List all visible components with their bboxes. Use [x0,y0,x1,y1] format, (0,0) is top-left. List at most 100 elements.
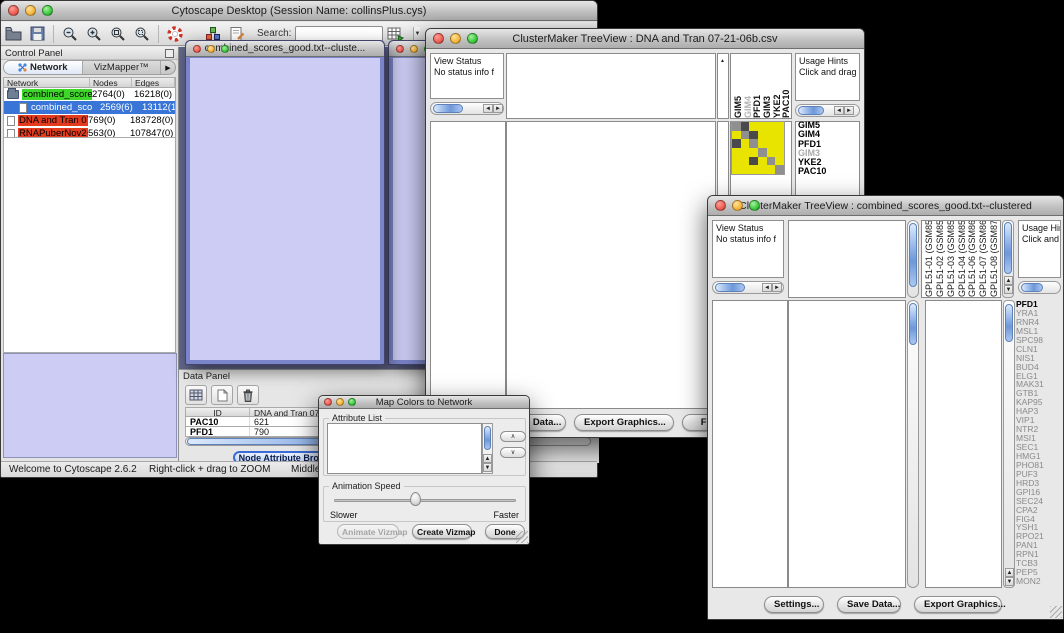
column-header-nodes[interactable]: Nodes [90,78,132,87]
tv1-minimap-top[interactable]: ▲ [717,53,729,119]
tv1-row-dendrogram-canvas[interactable] [431,122,505,408]
close-button[interactable] [715,200,726,211]
tv1-heatmap-canvas[interactable] [507,122,715,408]
minimize-button[interactable] [410,45,418,53]
scroll-down-icon[interactable]: ▼ [1005,577,1014,586]
tv2-title-bar[interactable]: ClusterMaker TreeView : combined_scores_… [708,196,1063,216]
scroll-left-icon[interactable]: ◄ [762,283,772,292]
network-canvas[interactable] [190,58,380,357]
vscrollbar-thumb[interactable] [1005,304,1013,342]
settings-button[interactable]: Settings... [764,596,824,613]
speed-slider-track[interactable] [334,499,516,502]
scroll-right-icon[interactable]: ► [772,283,782,292]
delete-attribute-trash-icon[interactable] [237,385,259,405]
help-lifesaver-icon[interactable] [165,24,185,43]
scroll-up-icon[interactable]: ▲ [483,454,492,463]
tv2-column-dendrogram-empty[interactable] [788,220,906,298]
scroll-up-icon[interactable]: ▲ [720,58,725,64]
main-title-bar[interactable]: Cytoscape Desktop (Session Name: collins… [1,1,597,21]
network-list-row[interactable]: combined_scores_2764(0)16218(0) [4,88,175,101]
hscrollbar-thumb[interactable] [798,106,824,115]
export-graphics-button[interactable]: Export Graphics... [914,596,1002,613]
tv1-row-dendrogram[interactable] [430,121,506,409]
scroll-right-icon[interactable]: ► [844,106,854,115]
scroll-down-icon[interactable]: ▼ [1004,285,1013,294]
scroll-right-icon[interactable]: ► [493,104,503,113]
scroll-left-icon[interactable]: ◄ [834,106,844,115]
minimize-button[interactable] [207,45,215,53]
vscrollbar-thumb[interactable] [484,426,491,450]
tab-vizmapper[interactable]: VizMapper™ [83,61,162,74]
save-icon[interactable] [27,24,47,43]
network-list-row[interactable]: combined_sco2569(6)13112(15) [4,101,175,114]
attribute-list-scrollbar[interactable]: ▲ ▼ [482,423,493,474]
export-graphics-button[interactable]: Export Graphics... [574,414,674,431]
save-data-button[interactable]: Save Data... [837,596,901,613]
chevron-down-icon[interactable]: ▼ [413,27,420,41]
animate-vizmap-button[interactable]: Animate Vizmap [337,524,399,539]
tv2-heatmap-canvas[interactable] [789,301,905,587]
dialog-title-bar[interactable]: Map Colors to Network [319,396,529,409]
tv2-heatmap[interactable] [788,300,906,588]
minimize-button[interactable] [450,33,461,44]
zoom-button[interactable] [467,33,478,44]
tv1-column-dendrogram[interactable] [506,53,716,119]
zoom-button[interactable] [348,398,356,406]
matrix-cell [749,148,758,157]
zoom-fit-icon[interactable] [108,24,128,43]
hscrollbar-thumb[interactable] [715,283,745,292]
speed-slider-thumb[interactable] [410,492,421,506]
zoom-button[interactable] [221,45,229,53]
zoom-in-icon[interactable] [84,24,104,43]
tv2-row-dendrogram[interactable] [712,300,788,588]
minimize-button[interactable] [25,5,36,16]
tab-overflow-icon[interactable]: ▶ [161,61,175,74]
column-header-edges[interactable]: Edges [132,78,175,87]
move-down-button[interactable]: ∨ [500,447,526,458]
tv2-summary-heatmap[interactable] [925,300,1002,588]
tv1-summary-matrix[interactable] [731,121,785,175]
vscrollbar-thumb[interactable] [909,223,917,287]
vscrollbar-thumb[interactable] [1004,222,1012,274]
network-title-bar[interactable]: combined_scores_good.txt--cluste... [186,41,384,57]
zoom-button[interactable] [42,5,53,16]
column-header-network[interactable]: Network [4,78,90,87]
hscrollbar-thumb[interactable] [1021,283,1043,292]
resize-grip[interactable] [1050,606,1062,618]
scroll-up-icon[interactable]: ▲ [1005,568,1014,577]
tv1-title-bar[interactable]: ClusterMaker TreeView : DNA and Tran 07-… [426,29,864,49]
zoom-button[interactable] [749,200,760,211]
create-vizmap-button[interactable]: Create Vizmap [412,524,472,539]
network-list-row[interactable]: DNA and Tran 07769(0)183728(0) [4,114,175,127]
zoom-out-icon[interactable] [60,24,80,43]
tv1-column-dendrogram-canvas[interactable] [507,54,715,118]
scroll-left-icon[interactable]: ◄ [483,104,493,113]
float-panel-icon[interactable] [165,49,174,58]
close-button[interactable] [396,45,404,53]
scroll-down-icon[interactable]: ▼ [483,463,492,472]
attribute-select-icon[interactable] [185,385,207,405]
open-file-icon[interactable] [3,24,23,43]
tv2-summary-heatmap-canvas[interactable] [926,301,1001,587]
zoom-selected-icon[interactable] [132,24,152,43]
column-header-id[interactable]: ID [186,408,250,416]
hscrollbar-thumb[interactable] [433,104,463,113]
close-button[interactable] [193,45,201,53]
tab-network[interactable]: Network [4,61,83,74]
tv2-row-dendrogram-canvas[interactable] [713,301,787,587]
close-button[interactable] [433,33,444,44]
minimize-button[interactable] [732,200,743,211]
resize-grip[interactable] [516,531,528,543]
minimize-button[interactable] [336,398,344,406]
scroll-up-icon[interactable]: ▲ [1004,276,1013,285]
new-attribute-icon[interactable] [211,385,233,405]
close-button[interactable] [324,398,332,406]
tv1-heatmap[interactable] [506,121,716,409]
close-button[interactable] [8,5,19,16]
vscrollbar-thumb[interactable] [909,303,917,345]
overview-canvas[interactable] [4,354,176,457]
network-view[interactable] [190,58,380,360]
attribute-listbox[interactable] [327,423,482,474]
network-overview-thumbnail[interactable] [3,353,177,458]
move-up-button[interactable]: ∧ [500,431,526,442]
